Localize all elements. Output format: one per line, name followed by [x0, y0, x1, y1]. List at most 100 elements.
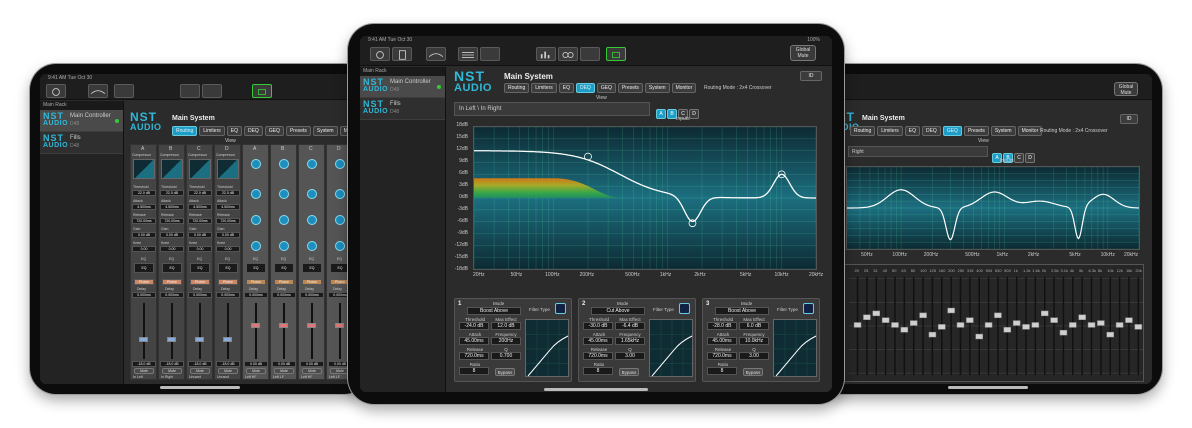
eq-curve-graph[interactable] [473, 126, 817, 270]
level-field[interactable]: -18.0 dB [188, 361, 212, 367]
knee-field[interactable]: 0.00 [216, 246, 240, 252]
max-field[interactable]: -6.4 dB [615, 322, 645, 330]
mute-button[interactable]: Mute [246, 368, 266, 374]
level-field[interactable]: -18.0 dB [132, 361, 156, 367]
tab-geq[interactable]: GEQ [942, 126, 962, 136]
eq-button[interactable]: EQ [134, 263, 154, 273]
geq-slider-25[interactable] [863, 314, 871, 320]
geq-slider-200[interactable] [947, 307, 955, 314]
geq-slider-250[interactable] [956, 322, 965, 328]
delay-field[interactable]: 0.000ms [188, 292, 212, 298]
eq-button[interactable]: EQ [162, 263, 182, 273]
fader-cap[interactable] [335, 323, 344, 328]
network-button[interactable] [606, 47, 626, 61]
mute-button[interactable]: Mute [190, 368, 210, 374]
mute-button[interactable]: Mute [134, 368, 154, 374]
parameter-knob[interactable] [307, 159, 317, 169]
q-field[interactable]: 0.700 [491, 352, 521, 360]
tab-monitor[interactable]: Monitor [1017, 126, 1043, 136]
tab-presets[interactable]: Presets [285, 126, 311, 136]
sidebar-unit-fills[interactable]: NST AUDIO Fills D48 [360, 98, 445, 120]
delay-field[interactable]: 0.000ms [300, 292, 324, 298]
geq-slider-3.1k[interactable] [1059, 329, 1068, 336]
q-field[interactable]: 3.00 [739, 352, 769, 360]
fader-cap[interactable] [279, 323, 288, 328]
delay-field[interactable]: 0.000ms [132, 292, 156, 298]
tab-presets[interactable]: Presets [963, 126, 989, 136]
filter-type-icon[interactable] [803, 303, 814, 314]
knee-field[interactable]: 0.00 [188, 246, 212, 252]
mode-select[interactable]: Boost Above [715, 307, 769, 315]
sidebar-unit-main[interactable]: NST AUDIO Main Controller D48 [40, 110, 123, 132]
eq-button[interactable]: EQ [302, 263, 322, 273]
sidebar-unit-fills[interactable]: NST AUDIO Fills D48 [40, 132, 123, 154]
release-field[interactable]: 720.00ms [216, 218, 240, 224]
polarity-button[interactable]: Phase [190, 279, 210, 285]
mute-button[interactable]: Mute [302, 368, 322, 374]
polarity-button[interactable]: Phase [162, 279, 182, 285]
max-field[interactable]: 6.0 dB [739, 322, 769, 330]
tab-limiters[interactable]: Limiters [199, 126, 225, 136]
gain-field[interactable]: 0.00 dB [188, 232, 212, 238]
mute-button[interactable]: Mute [162, 368, 182, 374]
delay-field[interactable]: 0.000ms [160, 292, 184, 298]
freq-field[interactable]: 1.65kHz [615, 337, 645, 345]
polarity-button[interactable]: Phase [218, 279, 238, 285]
input-c-button[interactable]: C [1014, 153, 1024, 163]
geq-panel[interactable]: 1260-6-122025314050638010012516020025031… [832, 264, 1144, 382]
eq-button[interactable]: EQ [330, 263, 350, 273]
geq-slider-2k[interactable] [1041, 310, 1049, 317]
fader-cap[interactable] [307, 323, 316, 328]
input-a-button[interactable]: A [656, 109, 666, 119]
tab-routing[interactable]: Routing [172, 126, 198, 136]
tab-eq[interactable]: EQ [226, 126, 242, 136]
attack-field[interactable]: 4.500ms [132, 204, 156, 210]
tab-system[interactable]: System [312, 126, 338, 136]
attack-field[interactable]: 45.00ms [707, 337, 737, 345]
release-field[interactable]: 720.00ms [188, 218, 212, 224]
threshold-field[interactable]: -30.0 dB [583, 322, 613, 330]
meter-button[interactable] [480, 47, 500, 61]
level-field[interactable]: 0.00 dB [244, 361, 268, 367]
tab-deq[interactable]: DEQ [921, 126, 941, 136]
settings-button[interactable] [46, 84, 66, 98]
geq-slider-315[interactable] [966, 317, 974, 323]
ratio-field[interactable]: 8 [459, 367, 489, 375]
geq-slider-31[interactable] [872, 310, 880, 317]
release-field[interactable]: 720.00ms [132, 218, 156, 224]
parameter-knob[interactable] [307, 215, 317, 225]
curve-button[interactable] [88, 84, 108, 98]
parameter-knob[interactable] [279, 241, 289, 251]
attack-field[interactable]: 45.00ms [459, 337, 489, 345]
attack-field[interactable]: 45.00ms [583, 337, 613, 345]
q-field[interactable]: 3.00 [615, 352, 645, 360]
tab-limiters[interactable]: Limiters [877, 126, 903, 136]
geq-slider-800[interactable] [1003, 327, 1012, 333]
polarity-button[interactable]: Phase [246, 279, 266, 285]
geq-slider-50[interactable] [891, 322, 899, 328]
mute-button[interactable]: Mute [330, 368, 350, 374]
parameter-knob[interactable] [279, 189, 289, 199]
chart-button[interactable] [536, 47, 556, 61]
gain-field[interactable]: 0.00 dB [216, 232, 240, 238]
ratio-field[interactable]: 8 [583, 367, 613, 375]
id-button[interactable]: ID [800, 71, 822, 81]
global-mute-button[interactable]: Global Mute [790, 45, 816, 61]
parameter-knob[interactable] [307, 189, 317, 199]
fader-cap[interactable] [223, 337, 232, 342]
tab-geq[interactable]: GEQ [264, 126, 284, 136]
geq-slider-6.3k[interactable] [1087, 322, 1096, 328]
geq-slider-2.5k[interactable] [1050, 317, 1058, 323]
tab-routing[interactable]: Routing [504, 83, 530, 93]
tab-deq[interactable]: DEQ [575, 83, 595, 93]
tab-monitor[interactable]: Monitor [671, 83, 697, 93]
release-field[interactable]: 720.0ms [459, 352, 489, 360]
tab-system[interactable]: System [644, 83, 670, 93]
level-field[interactable]: 0.00 dB [272, 361, 296, 367]
polarity-button[interactable]: Phase [302, 279, 322, 285]
tab-presets[interactable]: Presets [617, 83, 643, 93]
level-field[interactable]: -18.0 dB [216, 361, 240, 367]
geq-slider-16k[interactable] [1125, 317, 1133, 323]
geq-slider-20[interactable] [853, 322, 862, 328]
document-button[interactable] [392, 47, 412, 61]
